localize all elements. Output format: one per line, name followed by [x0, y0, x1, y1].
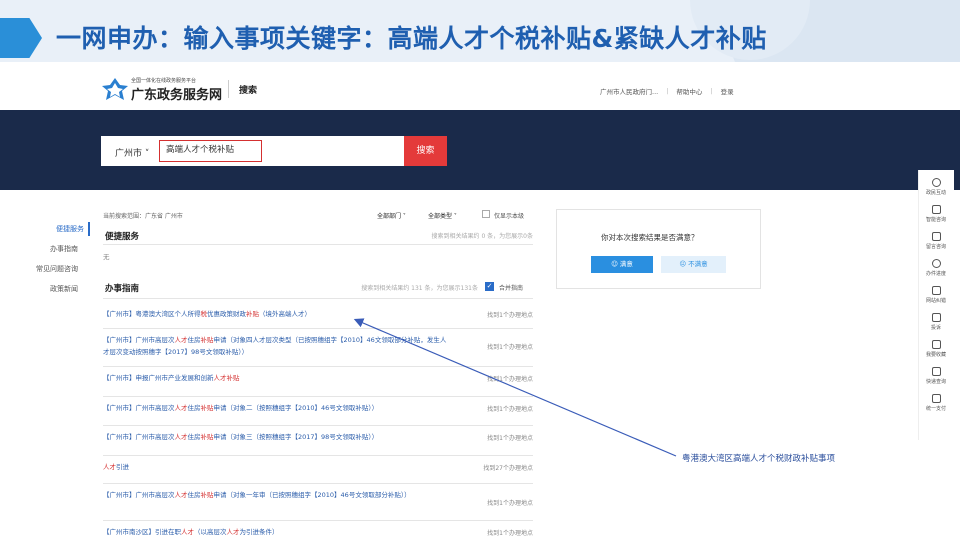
annotation-text: 粤港澳大湾区高端人才个税财政补贴事项: [682, 454, 836, 464]
